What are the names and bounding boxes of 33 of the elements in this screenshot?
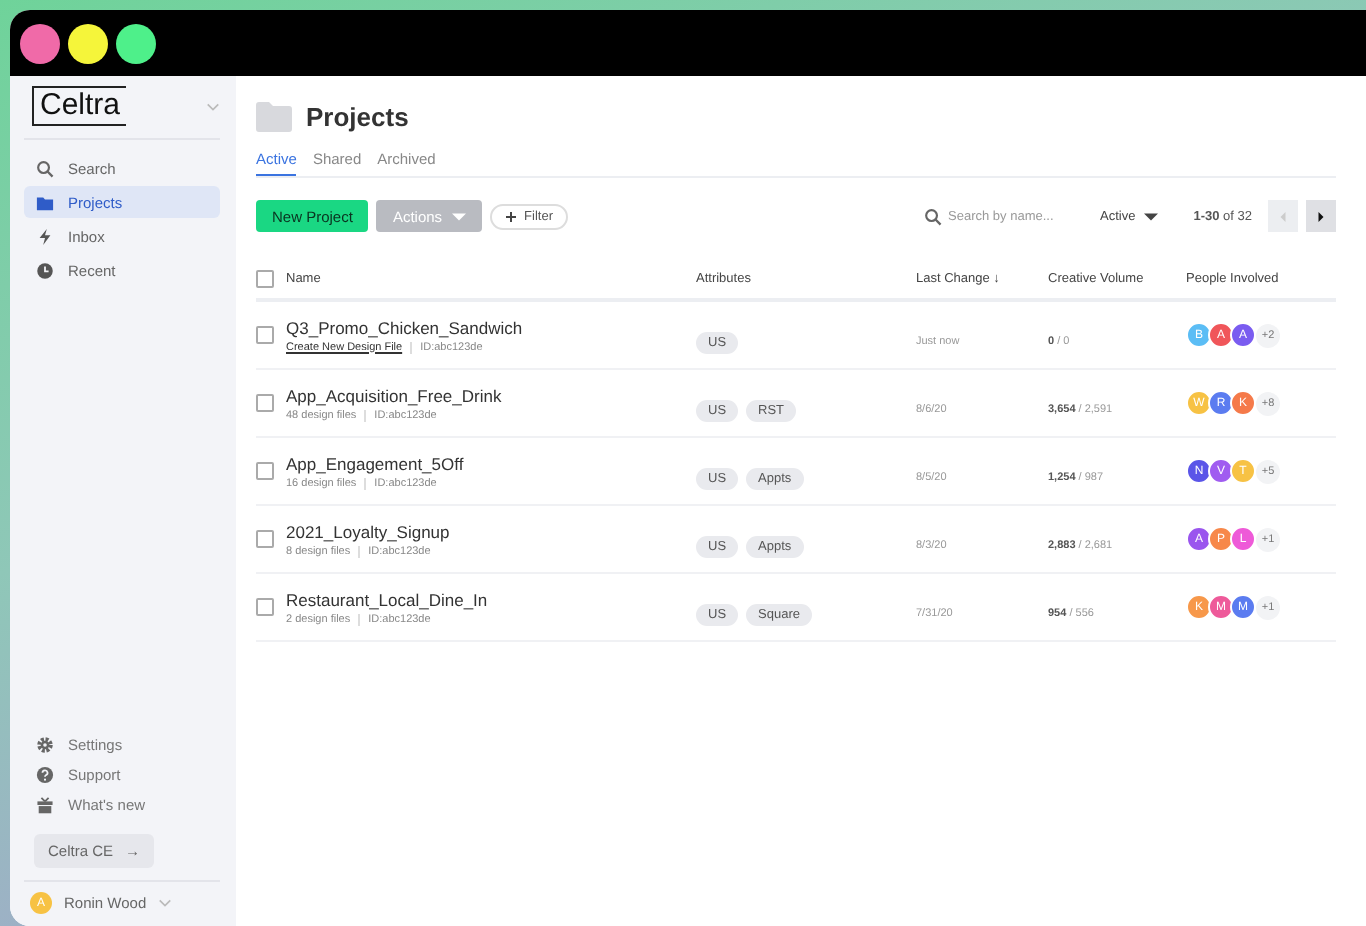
caret-left-icon	[1276, 211, 1290, 221]
bolt-icon	[36, 227, 54, 245]
page-title: Projects	[306, 102, 409, 132]
project-name[interactable]: Restaurant_Local_Dine_In	[286, 589, 696, 609]
project-name[interactable]: App_Acquisition_Free_Drink	[286, 385, 696, 405]
project-name[interactable]: 2021_Loyalty_Signup	[286, 521, 696, 541]
gift-icon	[36, 796, 54, 814]
help-icon	[36, 766, 54, 784]
folder-icon	[256, 102, 292, 132]
checkbox[interactable]	[256, 462, 274, 480]
checkbox[interactable]	[256, 270, 274, 288]
zoom-button[interactable]	[116, 23, 156, 63]
chevron-down-icon	[206, 101, 220, 111]
search-icon	[36, 159, 54, 177]
checkbox[interactable]	[256, 598, 274, 616]
clock-icon	[36, 261, 54, 279]
search-icon	[924, 207, 943, 225]
checkbox[interactable]	[256, 530, 274, 548]
caret-down-icon	[1143, 211, 1158, 221]
caret-right-icon	[1314, 211, 1328, 221]
project-name[interactable]: App_Engagement_5Off	[286, 453, 696, 473]
minimize-button[interactable]	[68, 23, 108, 63]
plus-icon	[504, 211, 519, 221]
folder-icon	[36, 193, 54, 211]
next-page-button[interactable]	[1306, 200, 1336, 232]
caret-down-icon	[452, 211, 467, 221]
gear-icon	[36, 736, 54, 754]
checkbox[interactable]	[256, 326, 274, 344]
checkbox[interactable]	[256, 394, 274, 412]
project-name[interactable]: Q3_Promo_Chicken_Sandwich	[286, 317, 696, 337]
chevron-down-icon	[158, 898, 173, 908]
logo: Celtra	[32, 86, 127, 126]
close-button[interactable]	[20, 23, 60, 63]
